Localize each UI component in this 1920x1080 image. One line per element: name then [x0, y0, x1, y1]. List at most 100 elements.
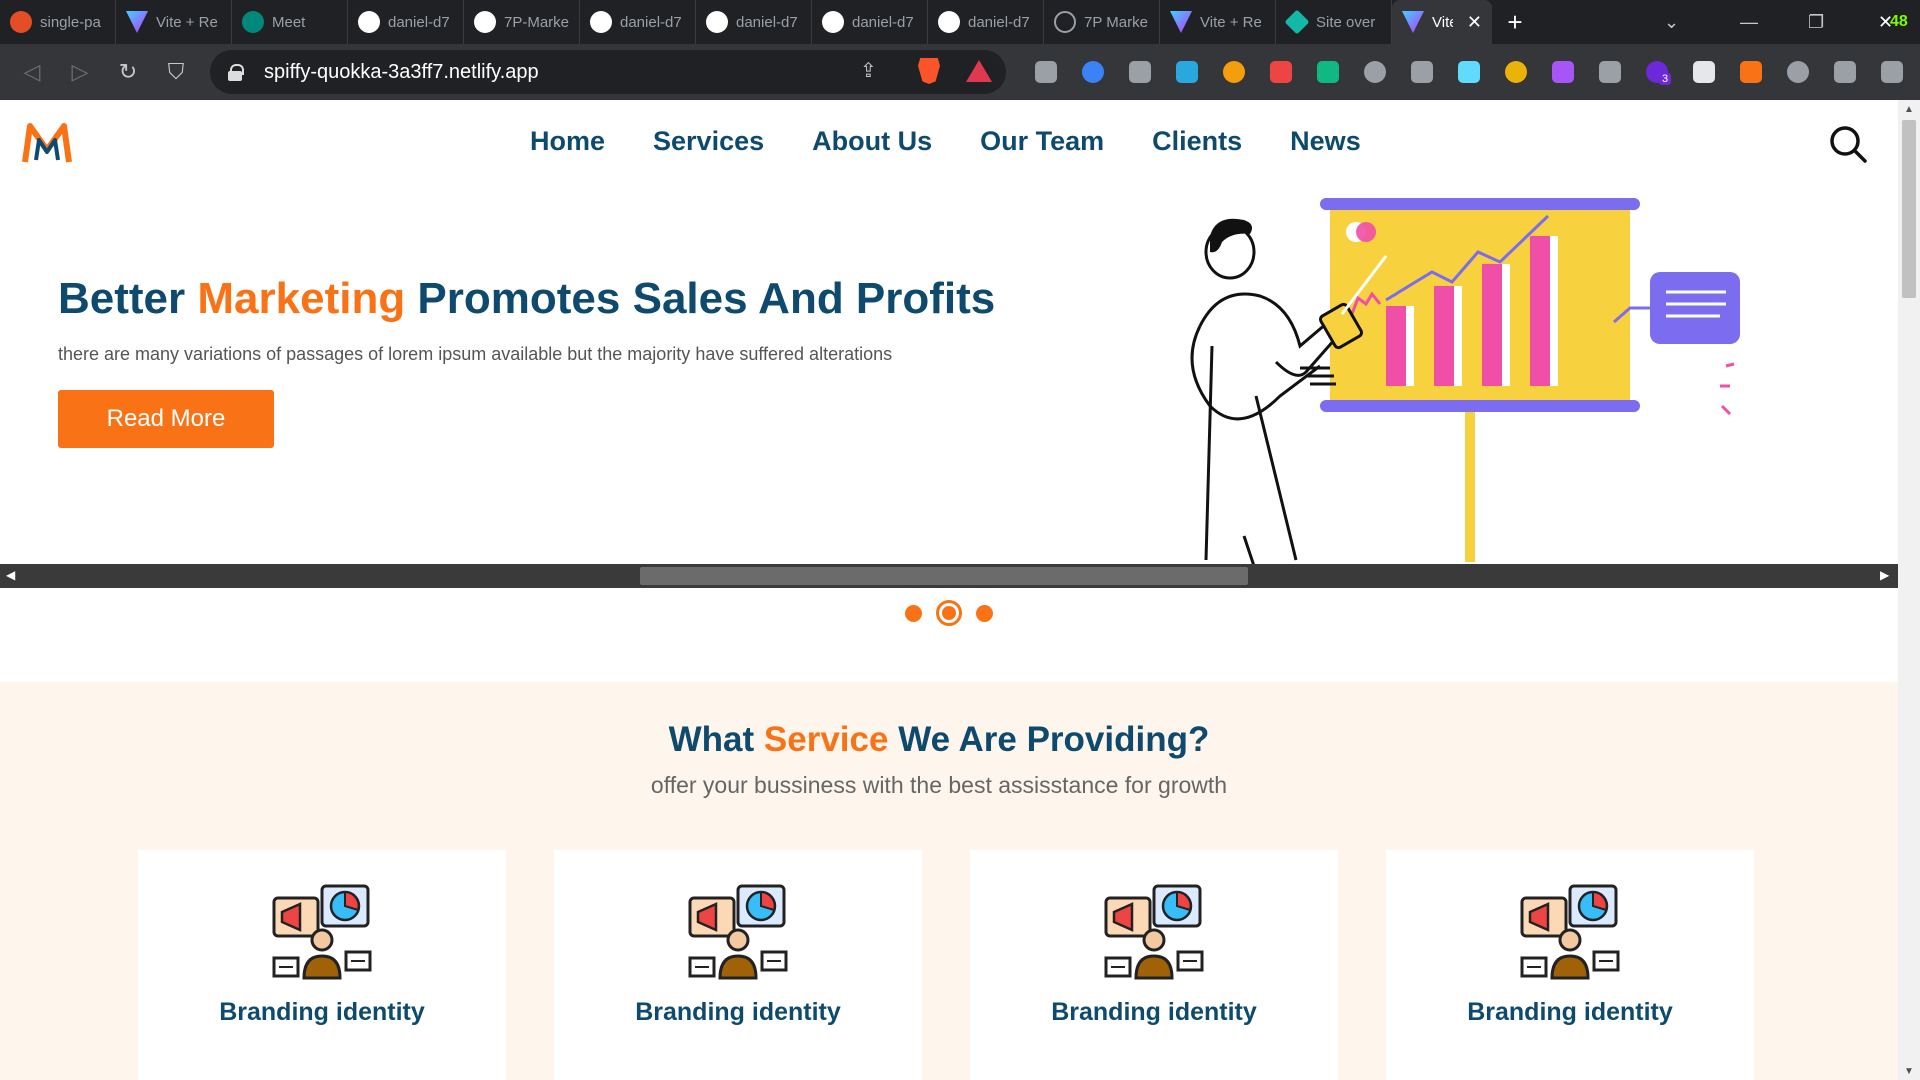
service-card[interactable]: Branding identity — [1386, 850, 1754, 1080]
meet-icon — [242, 11, 264, 33]
extension-icon[interactable] — [1680, 61, 1727, 83]
share-icon[interactable]: ⇪ — [860, 58, 877, 83]
vertical-scroll-thumb[interactable] — [1902, 120, 1916, 298]
extension-icon[interactable] — [1727, 61, 1774, 83]
extension-icon[interactable] — [1069, 61, 1116, 83]
browser-tab[interactable]: 7P-Marke — [464, 0, 580, 44]
url-text: spiffy-quokka-3a3ff7.netlify.app — [264, 60, 539, 83]
site-logo[interactable] — [22, 122, 72, 164]
nav-clients[interactable]: Clients — [1152, 126, 1242, 157]
nav-home[interactable]: Home — [530, 126, 605, 157]
slider-pagination — [0, 600, 1898, 626]
branding-marketing-icon — [1104, 884, 1204, 980]
extension-icon[interactable] — [1351, 61, 1398, 83]
browser-tab[interactable]: 7P Marke — [1044, 0, 1160, 44]
bookmark-button[interactable]: ⛉ — [152, 59, 200, 85]
service-cards: Branding identity Branding identity Bran… — [138, 850, 1754, 1080]
browser-tab-title: Vite + Re — [1200, 13, 1262, 31]
service-card[interactable]: Branding identity — [138, 850, 506, 1080]
tab-search-chevron-icon[interactable]: ⌄ — [1664, 0, 1679, 44]
service-card[interactable]: Branding identity — [554, 850, 922, 1080]
extension-icon[interactable] — [1539, 61, 1586, 83]
forward-button[interactable]: ▷ — [56, 59, 104, 85]
browser-tab-title: daniel-d7 — [388, 13, 450, 31]
slider-dot-2-active[interactable] — [936, 600, 962, 626]
browser-tab-title: daniel-d7 — [620, 13, 682, 31]
search-icon[interactable] — [1828, 124, 1868, 164]
nav-about-us[interactable]: About Us — [812, 126, 932, 157]
extension-icon[interactable] — [1304, 61, 1351, 83]
nav-services[interactable]: Services — [653, 126, 764, 157]
browser-tab[interactable]: Vite + Re — [1160, 0, 1276, 44]
browser-tab[interactable]: daniel-d7 — [928, 0, 1044, 44]
branding-marketing-icon — [1520, 884, 1620, 980]
github-outline-icon — [1054, 11, 1076, 33]
scroll-up-arrow-icon[interactable]: ▲ — [1904, 104, 1914, 115]
slider-dot-3[interactable] — [976, 604, 993, 622]
window-badge: 48 — [1890, 13, 1908, 30]
browser-tab[interactable]: daniel-d7 — [580, 0, 696, 44]
browser-tab[interactable]: Vite + Re — [116, 0, 232, 44]
service-card[interactable]: Branding identity — [970, 850, 1338, 1080]
netlify-icon — [1284, 9, 1310, 35]
main-nav: Home Services About Us Our Team Clients … — [530, 126, 1361, 157]
extension-icon[interactable] — [1492, 61, 1539, 83]
new-tab-button[interactable]: + — [1492, 7, 1538, 38]
vite-icon — [1170, 11, 1192, 33]
browser-tab-title: Vite + Re — [156, 13, 218, 31]
extensions-bar: 3 — [1022, 50, 1920, 94]
nav-our-team[interactable]: Our Team — [980, 126, 1104, 157]
github-icon — [706, 11, 728, 33]
slider-dot-1[interactable] — [905, 604, 922, 622]
extension-icon[interactable] — [1398, 61, 1445, 83]
browser-tab[interactable]: Meet — [232, 0, 348, 44]
browser-tab[interactable]: single-pa — [0, 0, 116, 44]
extension-icon[interactable] — [1022, 61, 1069, 83]
service-card-title: Branding identity — [1467, 998, 1673, 1026]
scroll-left-arrow-icon[interactable]: ◀ — [6, 568, 15, 582]
extension-icon[interactable] — [1586, 61, 1633, 83]
hero-title: Better Marketing Promotes Sales And Prof… — [58, 274, 996, 323]
browser-tab[interactable]: Vite ✕ — [1392, 0, 1492, 44]
browser-tab[interactable]: daniel-d7 — [812, 0, 928, 44]
github-icon — [590, 11, 612, 33]
service-card-title: Branding identity — [635, 998, 841, 1026]
browser-tab[interactable]: daniel-d7 — [348, 0, 464, 44]
browser-tab[interactable]: daniel-d7 — [696, 0, 812, 44]
browser-tab-title: single-pa — [40, 13, 101, 31]
back-button[interactable]: ◁ — [8, 59, 56, 85]
extension-icon[interactable] — [1116, 61, 1163, 83]
nav-news[interactable]: News — [1290, 126, 1361, 157]
minimize-window-button[interactable]: — — [1740, 0, 1758, 44]
hero-title-accent: Marketing — [197, 274, 406, 323]
reload-button[interactable]: ↻ — [104, 59, 152, 85]
marketing-presentation-illustration — [1190, 198, 1740, 564]
services-title: What Service We Are Providing? — [668, 720, 1210, 759]
restore-window-button[interactable]: ❐ — [1808, 0, 1824, 44]
extension-icon[interactable]: 3 — [1633, 61, 1680, 85]
horizontal-scrollbar[interactable]: ◀ ▶ — [0, 564, 1898, 588]
extension-badge: 3 — [1659, 73, 1672, 85]
browser-tab[interactable]: Site over — [1276, 0, 1392, 44]
scroll-right-arrow-icon[interactable]: ▶ — [1880, 568, 1889, 582]
brave-rewards-icon[interactable] — [966, 60, 992, 82]
extension-icon[interactable] — [1257, 61, 1304, 83]
extension-icon[interactable] — [1868, 61, 1915, 83]
horizontal-scroll-thumb[interactable] — [640, 567, 1248, 585]
github-icon — [358, 11, 380, 33]
extension-icon[interactable] — [1821, 61, 1868, 83]
extension-icon[interactable] — [1210, 61, 1257, 83]
read-more-button[interactable]: Read More — [58, 390, 274, 448]
browser-tab-title: 7P-Marke — [504, 13, 569, 31]
extension-icon[interactable] — [1774, 61, 1821, 83]
page-viewport: Home Services About Us Our Team Clients … — [0, 100, 1898, 1080]
extension-icon[interactable] — [1163, 61, 1210, 83]
extension-icon[interactable] — [1445, 61, 1492, 83]
address-bar[interactable]: spiffy-quokka-3a3ff7.netlify.app — [210, 50, 1006, 94]
scroll-down-arrow-icon[interactable]: ▼ — [1904, 1066, 1914, 1077]
services-section: What Service We Are Providing? offer you… — [0, 682, 1898, 1080]
close-tab-icon[interactable]: ✕ — [1467, 12, 1482, 33]
services-subtitle: offer your bussiness with the best assis… — [650, 772, 1228, 798]
vertical-scrollbar[interactable]: ▲ ▼ — [1898, 100, 1920, 1080]
hero-slider: Better Marketing Promotes Sales And Prof… — [0, 186, 1898, 564]
